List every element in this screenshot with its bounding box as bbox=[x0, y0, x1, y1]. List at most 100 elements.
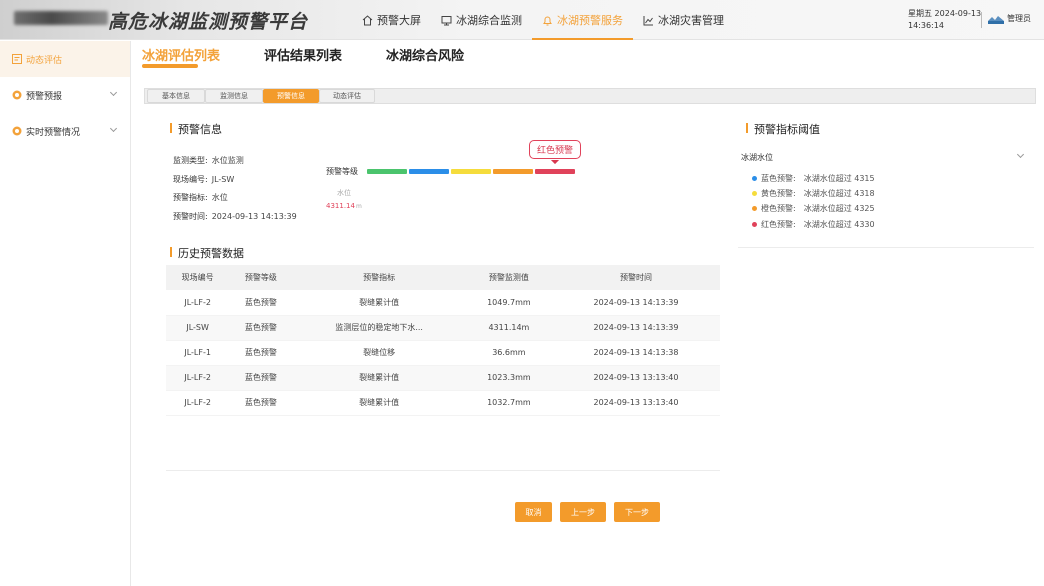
step-warning-info[interactable]: 预警信息 bbox=[263, 89, 319, 103]
threshold-label: 红色预警: bbox=[761, 220, 796, 229]
sidebar-item-forecast[interactable]: 预警预报 bbox=[0, 77, 130, 113]
cell-time: 2024-09-13 13:13:40 bbox=[551, 390, 720, 416]
field-warning-indicator: 预警指标: 水位 bbox=[173, 192, 228, 203]
content-tabs: 冰湖评估列表 评估结果列表 冰湖综合风险 bbox=[142, 45, 508, 68]
cell-indicator: 监测层位的稳定地下水... bbox=[292, 315, 466, 341]
history-table: 现场编号 预警等级 预警指标 预警监测值 预警时间 JL-LF-2 蓝色预警 裂… bbox=[166, 265, 720, 416]
level-segment-green bbox=[367, 169, 407, 174]
nav-item-label: 冰湖综合监测 bbox=[456, 14, 522, 27]
water-level-value: 4311.14 bbox=[326, 202, 355, 210]
orange-dot-icon bbox=[752, 206, 757, 211]
cell-site: JL-LF-2 bbox=[166, 365, 230, 391]
column-header: 预警监测值 bbox=[465, 265, 552, 290]
threshold-row-red: 红色预警: 冰湖水位超过 4330 bbox=[752, 219, 875, 230]
field-label: 监测类型: bbox=[173, 156, 208, 165]
divider bbox=[738, 247, 1034, 248]
cell-level: 蓝色预警 bbox=[229, 315, 293, 341]
table-row[interactable]: JL-LF-2 蓝色预警 裂缝累计值 1032.7mm 2024-09-13 1… bbox=[166, 390, 720, 416]
table-row[interactable]: JL-LF-1 蓝色预警 裂缝位移 36.6mm 2024-09-13 14:1… bbox=[166, 340, 720, 366]
sidebar: 动态评估 预警预报 实时预警情况 bbox=[0, 41, 131, 586]
user-menu[interactable]: 管理员 bbox=[988, 13, 1031, 24]
nav-item-disaster-management[interactable]: 冰湖灾害管理 bbox=[633, 0, 734, 40]
threshold-row-yellow: 黄色预警: 冰湖水位超过 4318 bbox=[752, 188, 875, 199]
step-monitoring-info[interactable]: 监测信息 bbox=[205, 89, 263, 103]
table-header-row: 现场编号 预警等级 预警指标 预警监测值 预警时间 bbox=[166, 265, 720, 290]
prev-step-button[interactable]: 上一步 bbox=[560, 502, 606, 522]
section-title-thresholds: 预警指标阈值 bbox=[746, 121, 820, 137]
top-bar: 高危冰湖监测预警平台 预警大屏 冰湖综合监测 冰湖预警服务 冰湖灾害管理 星期五… bbox=[0, 0, 1044, 40]
column-header: 现场编号 bbox=[166, 265, 230, 290]
tab-lake-assessment-list[interactable]: 冰湖评估列表 bbox=[142, 45, 220, 68]
yellow-dot-icon bbox=[752, 191, 757, 196]
current-level-callout: 红色预警 bbox=[529, 140, 581, 159]
cell-value: 4311.14m bbox=[465, 315, 552, 341]
nav-item-monitoring[interactable]: 冰湖综合监测 bbox=[431, 0, 532, 40]
field-value: 水位 bbox=[211, 193, 228, 202]
blue-dot-icon bbox=[752, 176, 757, 181]
nav-item-label: 冰湖灾害管理 bbox=[658, 14, 724, 27]
sidebar-item-dynamic-assessment[interactable]: 动态评估 bbox=[0, 41, 130, 77]
threshold-row-blue: 蓝色预警: 冰湖水位超过 4315 bbox=[752, 173, 875, 184]
field-value: JL-SW bbox=[211, 175, 235, 184]
field-value: 2024-09-13 14:13:39 bbox=[211, 212, 297, 221]
cell-value: 36.6mm bbox=[465, 340, 552, 366]
threshold-group-title[interactable]: 冰湖水位 bbox=[741, 152, 773, 163]
threshold-value: 冰湖水位超过 4330 bbox=[803, 220, 875, 229]
cell-site: JL-SW bbox=[166, 315, 230, 341]
main-nav: 预警大屏 冰湖综合监测 冰湖预警服务 冰湖灾害管理 bbox=[352, 0, 734, 40]
cell-site: JL-LF-2 bbox=[166, 290, 230, 316]
step-bar: 基本信息 监测信息 预警信息 动态评估 bbox=[144, 88, 1036, 104]
water-level-unit: m bbox=[356, 203, 362, 210]
cell-site: JL-LF-1 bbox=[166, 340, 230, 366]
threshold-label: 黄色预警: bbox=[761, 189, 796, 198]
threshold-value: 冰湖水位超过 4315 bbox=[803, 174, 875, 183]
table-row[interactable]: JL-SW 蓝色预警 监测层位的稳定地下水... 4311.14m 2024-0… bbox=[166, 315, 720, 341]
nav-item-warning-service[interactable]: 冰湖预警服务 bbox=[532, 0, 633, 40]
step-dynamic-assessment[interactable]: 动态评估 bbox=[319, 89, 375, 103]
cell-indicator: 裂缝累计值 bbox=[292, 290, 466, 316]
time: 14:36:14 bbox=[908, 21, 944, 30]
cell-level: 蓝色预警 bbox=[229, 340, 293, 366]
field-site-code: 现场编号: JL-SW bbox=[173, 174, 234, 185]
warning-level-label: 预警等级 bbox=[326, 167, 358, 176]
forecast-icon bbox=[12, 90, 22, 100]
cell-time: 2024-09-13 14:13:38 bbox=[551, 340, 720, 366]
cell-time: 2024-09-13 13:13:40 bbox=[551, 365, 720, 391]
threshold-label: 橙色预警: bbox=[761, 204, 796, 213]
cell-value: 1032.7mm bbox=[465, 390, 552, 416]
cell-value: 1049.7mm bbox=[465, 290, 552, 316]
table-row[interactable]: JL-LF-2 蓝色预警 裂缝累计值 1049.7mm 2024-09-13 1… bbox=[166, 290, 720, 316]
cell-indicator: 裂缝位移 bbox=[292, 340, 466, 366]
cell-indicator: 裂缝累计值 bbox=[292, 365, 466, 391]
level-segment-blue bbox=[409, 169, 449, 174]
user-name: 管理员 bbox=[1007, 14, 1031, 23]
red-dot-icon bbox=[752, 222, 757, 227]
step-basic-info[interactable]: 基本信息 bbox=[147, 89, 205, 103]
chevron-down-icon bbox=[109, 88, 118, 97]
nav-item-dashboard[interactable]: 预警大屏 bbox=[352, 0, 431, 40]
bell-icon bbox=[542, 15, 553, 26]
assessment-icon bbox=[12, 54, 22, 64]
tab-comprehensive-risk[interactable]: 冰湖综合风险 bbox=[386, 45, 464, 64]
sidebar-item-realtime-alert[interactable]: 实时预警情况 bbox=[0, 113, 130, 149]
chevron-down-icon[interactable] bbox=[1016, 150, 1025, 159]
field-warning-time: 预警时间: 2024-09-13 14:13:39 bbox=[173, 211, 297, 222]
tab-assessment-results[interactable]: 评估结果列表 bbox=[264, 45, 342, 64]
column-header: 预警等级 bbox=[229, 265, 293, 290]
cell-level: 蓝色预警 bbox=[229, 290, 293, 316]
field-label: 预警时间: bbox=[173, 212, 208, 221]
cell-indicator: 裂缝累计值 bbox=[292, 390, 466, 416]
sidebar-item-label: 动态评估 bbox=[26, 55, 63, 66]
table-row[interactable]: JL-LF-2 蓝色预警 裂缝累计值 1023.3mm 2024-09-13 1… bbox=[166, 365, 720, 391]
cell-time: 2024-09-13 14:13:39 bbox=[551, 315, 720, 341]
cell-value: 1023.3mm bbox=[465, 365, 552, 391]
water-level-label: 水位 bbox=[337, 189, 351, 197]
cancel-button[interactable]: 取消 bbox=[515, 502, 552, 522]
field-monitor-type: 监测类型: 水位监测 bbox=[173, 155, 244, 166]
field-value: 水位监测 bbox=[211, 156, 244, 165]
level-segment-yellow bbox=[451, 169, 491, 174]
next-step-button[interactable]: 下一步 bbox=[614, 502, 660, 522]
divider bbox=[166, 470, 720, 471]
column-header: 预警指标 bbox=[292, 265, 466, 290]
app-title: 高危冰湖监测预警平台 bbox=[108, 11, 309, 33]
